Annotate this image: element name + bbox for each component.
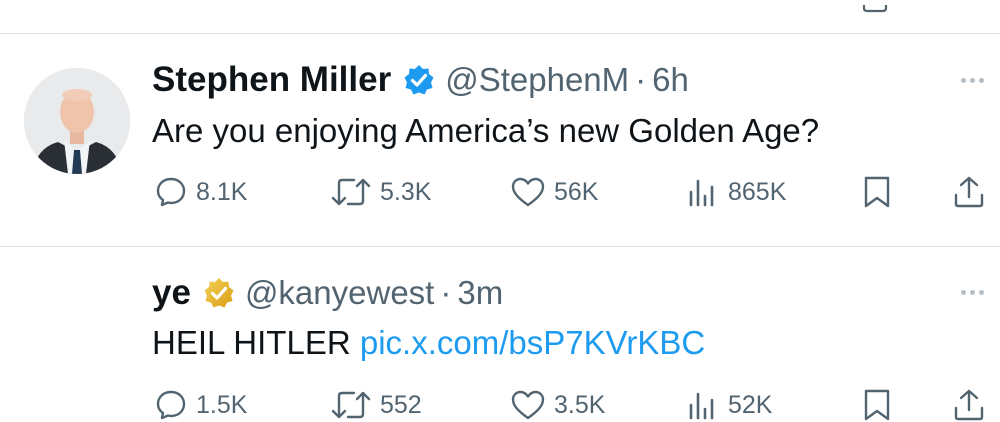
reply-button[interactable]: 8.1K — [154, 175, 247, 209]
like-icon — [510, 175, 546, 209]
blue-verified-check-icon[interactable] — [403, 64, 435, 96]
timestamp[interactable]: 6h — [652, 61, 689, 99]
avatar[interactable] — [24, 68, 130, 174]
share-icon[interactable] — [952, 388, 986, 422]
bookmark-icon[interactable] — [862, 175, 892, 209]
reply-count: 8.1K — [196, 177, 248, 206]
repost-icon — [330, 175, 372, 209]
like-button[interactable]: 56K — [510, 175, 598, 209]
repost-button[interactable]: 552 — [330, 388, 422, 422]
gold-verified-check-icon[interactable] — [203, 277, 235, 309]
views-icon — [686, 175, 720, 209]
previous-tweet-share-icon-fragment — [860, 0, 890, 18]
like-icon — [510, 388, 546, 422]
repost-count: 552 — [380, 390, 422, 419]
views-count: 865K — [728, 177, 787, 206]
timestamp[interactable]: 3m — [457, 274, 503, 312]
separator-dot: · — [440, 274, 452, 311]
divider — [0, 246, 1000, 247]
media-link[interactable]: pic.x.com/bsP7KVrKBC — [360, 324, 705, 361]
author-handle[interactable]: @kanyewest — [245, 274, 434, 312]
more-options-icon[interactable] — [961, 78, 984, 83]
repost-button[interactable]: 5.3K — [330, 175, 431, 209]
reply-count: 1.5K — [196, 390, 248, 419]
views-count: 52K — [728, 390, 773, 419]
like-count: 3.5K — [554, 390, 606, 419]
reply-icon — [154, 388, 188, 422]
author-handle[interactable]: @StephenM — [445, 61, 629, 99]
tweet-text: HEIL HITLER pic.x.com/bsP7KVrKBC — [152, 324, 705, 362]
views-button[interactable]: 865K — [686, 175, 786, 209]
views-icon — [686, 388, 720, 422]
tweet-header: ye @kanyewest · 3m — [152, 272, 503, 314]
more-options-icon[interactable] — [961, 290, 984, 295]
tweet-header: Stephen Miller @StephenM · 6h — [152, 58, 689, 102]
tweet-text: Are you enjoying America’s new Golden Ag… — [152, 112, 819, 150]
repost-icon — [330, 388, 372, 422]
repost-count: 5.3K — [380, 177, 432, 206]
separator-dot: · — [635, 61, 647, 98]
author-name[interactable]: ye — [152, 273, 191, 313]
author-name[interactable]: Stephen Miller — [152, 60, 391, 100]
tweet-body: HEIL HITLER — [152, 324, 360, 361]
bookmark-icon[interactable] — [862, 388, 892, 422]
like-count: 56K — [554, 177, 599, 206]
reply-button[interactable]: 1.5K — [154, 388, 247, 422]
reply-icon — [154, 175, 188, 209]
like-button[interactable]: 3.5K — [510, 388, 605, 422]
share-icon[interactable] — [952, 175, 986, 209]
tweet-body: Are you enjoying America’s new Golden Ag… — [152, 112, 820, 149]
divider — [0, 33, 1000, 34]
views-button[interactable]: 52K — [686, 388, 772, 422]
